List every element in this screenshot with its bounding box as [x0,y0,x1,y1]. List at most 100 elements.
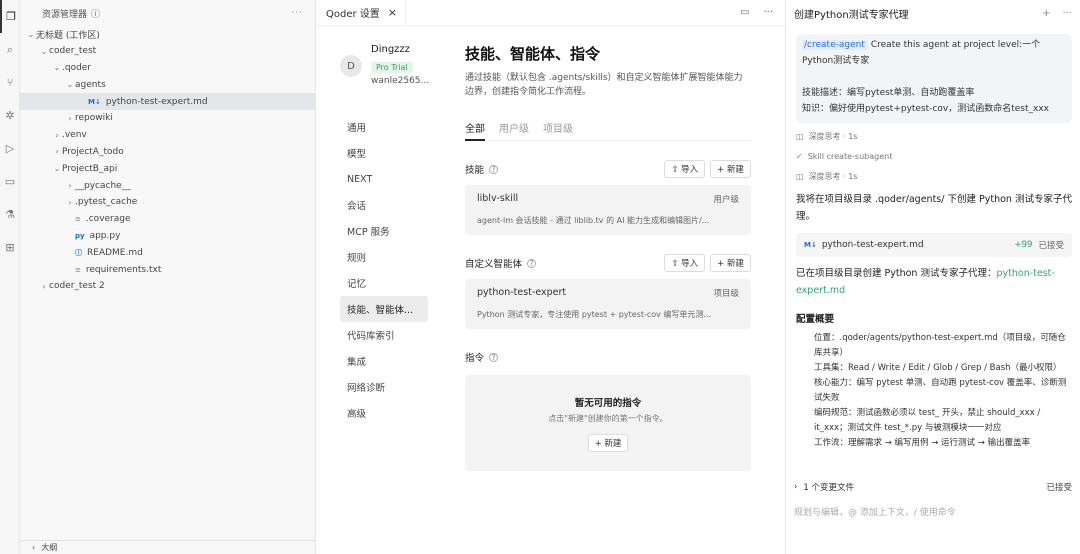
settings-nav-item[interactable]: 代码库索引 [340,322,428,348]
remote-icon[interactable]: ▭ [0,165,20,198]
tab-all[interactable]: 全部 [465,120,485,141]
import-label: 导入 [681,165,699,175]
source-control-icon[interactable]: ⑂ [0,66,20,99]
tree-item[interactable]: ⌄ ProjectB_api [20,160,315,177]
plus-icon[interactable]: + [1042,8,1050,19]
settings-nav-item[interactable]: 记忆 [340,270,428,296]
settings-nav-item[interactable]: 技能、智能体... [340,296,428,322]
more-icon[interactable]: ··· [763,7,773,18]
chevron-right-icon: › [794,482,798,492]
summary-item: 工具集：Read / Write / Edit / Glob / Grep / … [814,361,1072,376]
tree-item[interactable]: ⓘ README.md [20,244,315,261]
agent-name: python-test-expert [477,287,567,298]
tree-item[interactable]: › repowiki [20,110,315,127]
plan-badge: Pro Trial [371,62,413,73]
skills-import-button[interactable]: ⇧ 导入 [664,160,706,178]
tree-item-label: 无标题 (工作区) [36,30,100,41]
split-editor-icon[interactable]: ▭ [740,7,749,18]
run-icon[interactable]: ▷ [0,132,20,165]
changes-bar[interactable]: › 1 个变更文件 已接受 [794,479,1072,495]
testing-icon[interactable]: ⚗ [0,198,20,231]
outline-section[interactable]: › 大纲 [20,540,316,554]
file-icon: ≡ [75,265,81,274]
status-1-label: 深度思考 · 1s [808,131,858,141]
close-icon[interactable]: × [388,6,397,19]
tree-item-label: app.py [89,230,121,241]
tree-item[interactable]: ≡ .coverage [20,211,315,228]
plus-icon: + [717,165,727,175]
summary-item: 工作流：理解需求 → 编写用例 → 运行测试 → 输出覆盖率 [814,436,1072,449]
chat-header: 创建Python测试专家代理 + ··· [786,0,1080,26]
tree-item[interactable]: ≡ requirements.txt [20,261,315,278]
chat-input[interactable]: 规划与编辑，@ 添加上下文，/ 使用命令 [794,505,1072,518]
thinking-status[interactable]: ◫ 深度思考 · 1s [796,169,1080,183]
assistant-reply-2: 已在项目级目录创建 Python 测试专家子代理：python-test-exp… [796,265,1072,299]
files-icon[interactable]: ❐ [0,0,20,33]
settings-nav-item[interactable]: 通用 [340,114,428,140]
tree-item-label: coder_test [49,46,97,57]
help-icon[interactable]: ? [527,258,537,268]
skill-card[interactable]: liblv-skill 用户级 agent-lm 会话技能 - 通过 liblib… [465,185,751,235]
tree-item[interactable]: ⌄ coder_test [20,43,315,60]
tree-item[interactable]: py app.py [20,228,315,245]
agent-card[interactable]: python-test-expert 项目级 Python 测试专家，专注使用 p… [465,279,751,329]
summary-item: 核心能力：编写 pytest 单测、自动跑 pytest-cov 覆盖率、诊断测… [814,376,1072,406]
thinking-status[interactable]: ◫ 深度思考 · 1s [796,129,1080,143]
settings-nav-item[interactable]: 高级 [340,400,428,426]
help-icon[interactable]: ? [489,164,499,174]
settings-nav-item[interactable]: 会话 [340,192,428,218]
user-card: D Dingzzz Pro Trial wanle2565... [340,44,429,86]
debug-icon[interactable]: ✲ [0,99,20,132]
settings-nav-item[interactable]: 网络诊断 [340,374,428,400]
info-icon[interactable]: ⓘ [91,7,100,20]
settings-nav-item[interactable]: 规则 [340,244,428,270]
file-state: 已接受 [1038,241,1064,251]
avatar: D [340,55,362,77]
tree-item[interactable]: › .venv [20,127,315,144]
commands-new-button[interactable]: + 新建 [587,433,629,452]
search-icon[interactable]: ⌕ [0,33,20,66]
tree-item-label: agents [75,79,106,90]
more-icon[interactable]: ··· [1062,8,1072,19]
plus-icon: + [594,438,605,449]
tree-item-label: repowiki [75,113,113,124]
status-3-label: 深度思考 · 1s [808,171,858,181]
filter-tabs: 全部 用户级 项目级 [465,120,751,141]
help-icon[interactable]: ? [489,352,499,362]
settings-nav-item[interactable]: 模型 [340,140,428,166]
tab-settings[interactable]: Qoder 设置 × [316,0,406,26]
agents-new-button[interactable]: + 新建 [710,254,751,272]
tree-item[interactable]: › .pytest_cache [20,194,315,211]
summary-list: 位置：.qoder/agents/python-test-expert.md（项… [806,331,1072,449]
tree-item[interactable]: › __pycache__ [20,177,315,194]
file-icon: M↓ [88,97,101,106]
skills-new-button[interactable]: + 新建 [710,160,751,178]
skill-desc: agent-lm 会话技能 - 通过 liblib.tv 的 AI 能力生成和编… [477,216,710,225]
file-tree: ⌄ 无标题 (工作区) ⌄ coder_test ⌄ .qoder ⌄ agents M↓ pyt… [20,26,315,295]
tab-project-level[interactable]: 项目级 [543,120,573,141]
tab-user-level[interactable]: 用户级 [499,120,529,141]
tree-item[interactable]: ⌄ .qoder [20,60,315,77]
message-line-3: 知识：偏好使用pytest+pytest-cov，测试函数命名test_xxx [802,104,1049,114]
tree-item[interactable]: ⌄ 无标题 (工作区) [20,26,315,43]
file-change-card[interactable]: M↓ python-test-expert.md +99 已接受 [796,233,1072,257]
tree-item[interactable]: M↓ python-test-expert.md [20,93,315,110]
agents-import-button[interactable]: ⇧ 导入 [664,254,706,272]
settings-nav-item[interactable]: NEXT [340,166,428,192]
tree-item-label: python-test-expert.md [105,96,208,107]
skill-status[interactable]: ✓ Skill create-subagent [796,149,1080,163]
agent-desc: Python 测试专家，专注使用 pytest + pytest-cov 编写单… [477,310,712,319]
reply-2-text: 已在项目级目录创建 Python 测试专家子代理： [796,268,997,279]
more-icon[interactable]: ··· [291,8,303,18]
chevron-right-icon: › [55,147,59,157]
tree-item[interactable]: ⌄ agents [20,76,315,93]
skills-title: 技能 [465,165,485,176]
skills-header: 技能? ⇧ 导入 + 新建 [465,159,751,179]
brain-icon: ◫ [796,131,804,141]
tree-item[interactable]: › coder_test 2 [20,278,315,295]
settings-nav-item[interactable]: MCP 服务 [340,218,428,244]
extensions-icon[interactable]: ⊞ [0,231,20,264]
tree-item[interactable]: › ProjectA_todo [20,144,315,161]
tree-item-label: coder_test 2 [49,281,105,292]
settings-nav-item[interactable]: 集成 [340,348,428,374]
